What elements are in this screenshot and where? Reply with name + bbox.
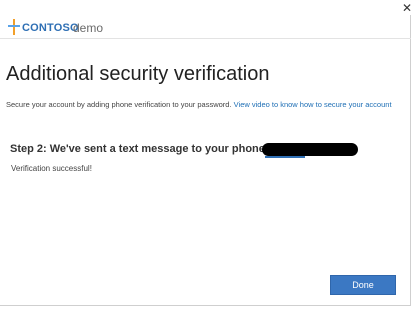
verification-status: Verification successful! [11,164,92,173]
phone-number-underline [265,156,305,158]
contoso-cross-icon [8,19,20,35]
step-heading: Step 2: We've sent a text message to you… [10,143,278,155]
close-icon: ✕ [401,1,413,15]
dialog-header: CONTOSO demo [0,15,411,39]
page-title: Additional security verification [6,63,270,85]
verification-dialog: CONTOSO demo Additional security verific… [0,15,411,306]
done-button[interactable]: Done [330,275,396,295]
redacted-phone-number [262,143,358,156]
brand-name: CONTOSO [22,22,79,34]
video-help-link[interactable]: View video to know how to secure your ac… [234,100,392,109]
close-window-button[interactable]: ✕ [400,1,414,15]
intro-paragraph: Secure your account by adding phone veri… [6,100,401,110]
brand-subtitle: demo [73,21,104,35]
intro-text: Secure your account by adding phone veri… [6,100,232,109]
